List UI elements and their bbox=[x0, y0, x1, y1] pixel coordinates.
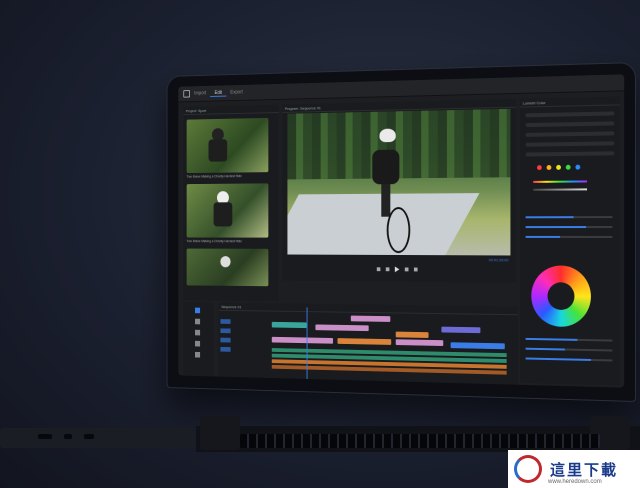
tab-edit[interactable]: Edit bbox=[210, 89, 227, 97]
mark-out-icon[interactable] bbox=[413, 267, 418, 272]
program-monitor: Program: Sequence 01 00:01:26:00 bbox=[282, 98, 517, 283]
watermark-title: 這里下載 bbox=[550, 460, 619, 479]
lumetri-row[interactable] bbox=[525, 141, 615, 147]
program-video-frame[interactable] bbox=[287, 108, 511, 256]
lumetri-title: Lumetri Color bbox=[519, 96, 621, 108]
playback-controls bbox=[282, 262, 516, 277]
lumetri-slider[interactable] bbox=[525, 216, 613, 219]
project-panel: Project: Sport Two Brave Making a Charit… bbox=[183, 104, 279, 302]
track-toggle[interactable] bbox=[220, 346, 231, 352]
track-toggle[interactable] bbox=[220, 319, 231, 324]
laptop-screen: Import Edit Export Project: Sport Two Br… bbox=[178, 74, 625, 388]
timeline-clip[interactable] bbox=[315, 324, 369, 332]
track-toggle[interactable] bbox=[220, 328, 231, 334]
usb-port bbox=[84, 434, 94, 439]
thumbnail-caption: Two Brave Making a Charity Hardest Ride bbox=[186, 239, 242, 244]
laptop-side-panel bbox=[0, 428, 195, 448]
lumetri-slider[interactable] bbox=[525, 357, 613, 362]
project-panel-title: Project: Sport bbox=[183, 104, 279, 116]
watermark-url: www.heredown.com bbox=[548, 479, 602, 485]
lumetri-color-panel: Lumetri Color bbox=[519, 96, 621, 386]
lumetri-slider[interactable] bbox=[525, 337, 613, 342]
hinge bbox=[200, 416, 240, 450]
laptop-lid: Import Edit Export Project: Sport Two Br… bbox=[166, 62, 636, 402]
step-forward-icon[interactable] bbox=[404, 267, 408, 272]
tools-panel bbox=[183, 301, 214, 379]
timeline-clip[interactable] bbox=[395, 331, 429, 338]
timeline-clip[interactable] bbox=[337, 338, 392, 345]
hsl-dots[interactable] bbox=[533, 161, 591, 201]
watermark-logo-icon bbox=[514, 455, 542, 483]
timeline-clip[interactable] bbox=[395, 339, 444, 346]
type-tool-icon[interactable] bbox=[195, 351, 201, 358]
usb-port bbox=[38, 434, 52, 439]
mark-in-icon[interactable] bbox=[376, 267, 380, 272]
timeline-title: Sequence 01 bbox=[218, 302, 519, 316]
timeline-clip[interactable] bbox=[271, 321, 307, 329]
tab-export[interactable]: Export bbox=[226, 89, 247, 96]
clip-thumbnail[interactable] bbox=[186, 248, 269, 287]
timeline-clip[interactable] bbox=[450, 342, 505, 350]
home-icon[interactable] bbox=[183, 90, 191, 98]
watermark: 這里下載 www.heredown.com bbox=[508, 450, 640, 488]
pen-tool-icon[interactable] bbox=[195, 340, 201, 347]
timeline-playhead[interactable] bbox=[306, 307, 308, 381]
step-back-icon[interactable] bbox=[385, 267, 389, 272]
lumetri-row[interactable] bbox=[525, 111, 615, 118]
lumetri-slider[interactable] bbox=[525, 347, 613, 352]
lumetri-slider[interactable] bbox=[525, 226, 613, 229]
clip-thumbnail[interactable] bbox=[186, 183, 269, 238]
vent-grille bbox=[240, 434, 600, 448]
lumetri-row[interactable] bbox=[525, 131, 615, 137]
program-timecode: 00:01:26:00 bbox=[488, 257, 509, 263]
color-wheel[interactable] bbox=[531, 265, 591, 328]
clip-thumbnail[interactable] bbox=[186, 117, 269, 174]
track-toggle[interactable] bbox=[220, 337, 231, 343]
lumetri-slider[interactable] bbox=[525, 235, 613, 238]
thumbnail-caption: Two Brave Making a Charity Hardest Ride bbox=[186, 174, 242, 179]
play-icon[interactable] bbox=[394, 266, 399, 273]
lumetri-row[interactable] bbox=[525, 151, 615, 157]
selection-tool-icon[interactable] bbox=[195, 307, 201, 314]
timeline-clip[interactable] bbox=[441, 326, 481, 334]
timeline-clip[interactable] bbox=[350, 315, 391, 322]
tab-import[interactable]: Import bbox=[190, 90, 210, 97]
lumetri-row[interactable] bbox=[525, 121, 615, 128]
razor-tool-icon[interactable] bbox=[195, 318, 201, 325]
hand-tool-icon[interactable] bbox=[195, 329, 201, 336]
usb-port bbox=[64, 434, 72, 439]
